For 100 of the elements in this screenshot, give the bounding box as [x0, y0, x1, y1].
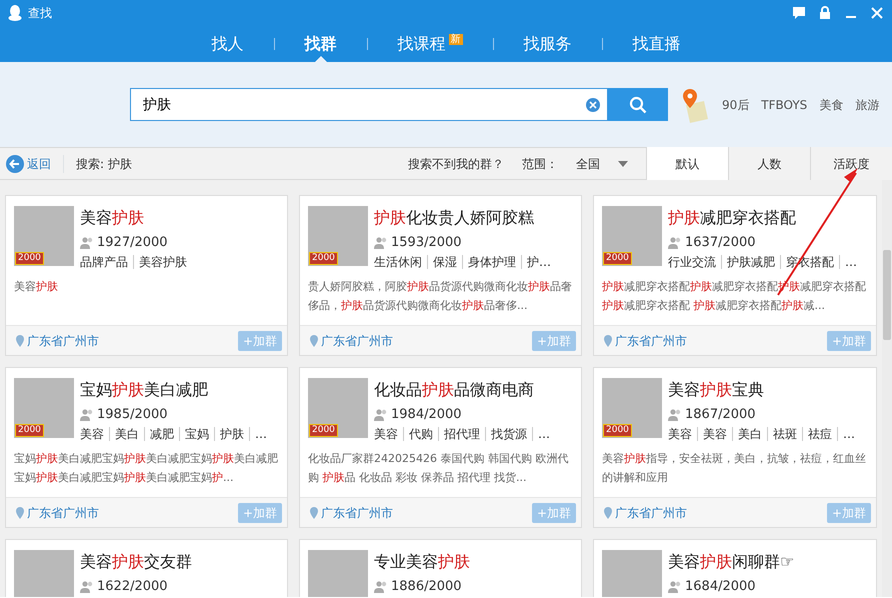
- level-badge: 2000: [15, 424, 44, 437]
- group-title[interactable]: 专业美容护肤: [374, 550, 470, 574]
- group-title[interactable]: 宝妈护肤美白减肥: [80, 378, 272, 402]
- tag: 美容: [374, 426, 403, 440]
- tag: 行业交流: [668, 254, 721, 268]
- members-icon: [80, 580, 94, 593]
- tag: 美容: [668, 426, 697, 440]
- level-badge: 2000: [309, 424, 338, 437]
- tag: …: [839, 254, 862, 268]
- member-count: 1637/2000: [685, 234, 756, 252]
- tag: 祛痘: [802, 426, 837, 440]
- members-icon: [80, 408, 94, 421]
- tag: 找货源: [485, 426, 532, 440]
- hot-tag-link[interactable]: 90后: [722, 96, 750, 114]
- back-button[interactable]: 返回: [6, 154, 51, 172]
- level-badge: 2000: [603, 424, 632, 437]
- tab[interactable]: 找群: [274, 26, 366, 62]
- map-pin-icon[interactable]: [680, 86, 710, 122]
- lock-icon[interactable]: [818, 6, 832, 20]
- feedback-icon[interactable]: [792, 6, 806, 20]
- location-link[interactable]: 广东省广州市: [27, 504, 99, 522]
- tag: 减肥: [144, 426, 179, 440]
- scope-label: 范围：: [522, 156, 558, 172]
- members-icon: [668, 408, 682, 421]
- member-count: 1985/2000: [97, 406, 168, 424]
- level-badge: 2000: [309, 252, 338, 265]
- tab[interactable]: 找课程 新: [368, 26, 492, 62]
- group-title[interactable]: 美容护肤交友群: [80, 550, 192, 574]
- close-icon[interactable]: [870, 6, 884, 20]
- group-title[interactable]: 美容护肤: [80, 206, 192, 230]
- level-badge: 2000: [15, 252, 44, 265]
- search-field[interactable]: 护肤: [130, 88, 608, 121]
- tag: …: [837, 426, 860, 440]
- caret-icon: [618, 160, 628, 166]
- tag: 品牌产品: [80, 254, 133, 268]
- tag: 美白: [732, 426, 767, 440]
- location-link[interactable]: 广东省广州市: [615, 504, 687, 522]
- member-count: 1867/2000: [685, 406, 756, 424]
- search-query: 搜索: 护肤: [63, 154, 132, 172]
- tag: 护肤: [214, 426, 249, 440]
- tag: 生活休闲: [374, 254, 427, 268]
- location-link[interactable]: 广东省广州市: [321, 504, 393, 522]
- members-icon: [374, 236, 388, 249]
- sort-tab[interactable]: 人数: [728, 147, 810, 180]
- group-title[interactable]: 美容护肤宝典: [668, 378, 860, 402]
- tag: 美容护肤: [133, 254, 192, 268]
- group-title[interactable]: 护肤减肥穿衣搭配: [668, 206, 862, 230]
- location-link[interactable]: 广东省广州市: [321, 332, 393, 350]
- tag: 美容: [697, 426, 732, 440]
- tag: 招代理: [438, 426, 485, 440]
- member-count: 1593/2000: [391, 234, 462, 252]
- tab[interactable]: 找服务: [494, 26, 602, 62]
- location-link[interactable]: 广东省广州市: [27, 332, 99, 350]
- group-title[interactable]: 化妆品护肤品微商电商: [374, 378, 555, 402]
- members-icon: [668, 236, 682, 249]
- group-title[interactable]: 美容护肤闲聊群☞: [668, 550, 794, 574]
- group-description: 化妆品厂家群242025426 泰国代购 韩国代购 欧洲代购 护肤品 化妆品 彩妆 保养品 招代理 找货...: [308, 450, 570, 486]
- location-pin-icon: [310, 506, 318, 518]
- members-icon: [668, 580, 682, 593]
- location-link[interactable]: 广东省广州市: [615, 332, 687, 350]
- member-count: 1984/2000: [391, 406, 462, 424]
- search-icon: [629, 96, 647, 114]
- tag: 护…: [521, 254, 556, 268]
- members-icon: [374, 408, 388, 421]
- tag: …: [532, 426, 555, 440]
- clear-icon[interactable]: [586, 98, 600, 112]
- tag: 代购: [403, 426, 438, 440]
- avatar-placeholder: [602, 550, 662, 597]
- level-badge: 2000: [603, 252, 632, 265]
- tag: 美容: [80, 426, 109, 440]
- member-count: 1684/2000: [685, 578, 756, 596]
- group-title[interactable]: 护肤化妆贵人娇阿胶糕: [374, 206, 556, 230]
- help-link[interactable]: 搜索不到我的群？: [408, 154, 504, 172]
- location-pin-icon: [604, 506, 612, 518]
- window-title: 查找: [28, 5, 52, 22]
- group-description: 美容护肤指导，安全祛斑，美白，抗皱，祛痘，红血丝的讲解和应用: [602, 450, 867, 486]
- tab[interactable]: 找人: [182, 26, 274, 62]
- tag: 身体护理: [462, 254, 521, 268]
- tag: 祛斑: [767, 426, 802, 440]
- tag: 保湿: [427, 254, 462, 268]
- location-pin-icon: [16, 506, 24, 518]
- group-description: 美容护肤: [14, 278, 59, 294]
- hot-tag-link[interactable]: TFBOYS: [761, 96, 808, 114]
- hot-tag-link[interactable]: 旅游: [855, 96, 880, 114]
- scrollbar[interactable]: [882, 180, 892, 597]
- sort-tab[interactable]: 活跃度: [810, 147, 892, 180]
- search-button[interactable]: [608, 88, 668, 121]
- scope-dropdown[interactable]: 全国: [576, 154, 628, 172]
- group-description: 贵人娇阿胶糕，阿胶护肤品货源代购微商化妆护肤品奢侈品，护肤品货源代购微商化妆护肤品奢侈...: [308, 278, 573, 314]
- tag: …: [249, 426, 272, 440]
- member-count: 1886/2000: [391, 578, 462, 596]
- location-pin-icon: [310, 334, 318, 346]
- tag: 宝妈: [179, 426, 214, 440]
- member-count: 1622/2000: [97, 578, 168, 596]
- members-icon: [80, 236, 94, 249]
- hot-tag-link[interactable]: 美食: [819, 96, 844, 114]
- avatar-placeholder: [308, 550, 368, 597]
- new-badge: 新: [448, 34, 462, 45]
- sort-tab[interactable]: 默认: [646, 147, 728, 180]
- tab[interactable]: 找直播: [602, 26, 710, 62]
